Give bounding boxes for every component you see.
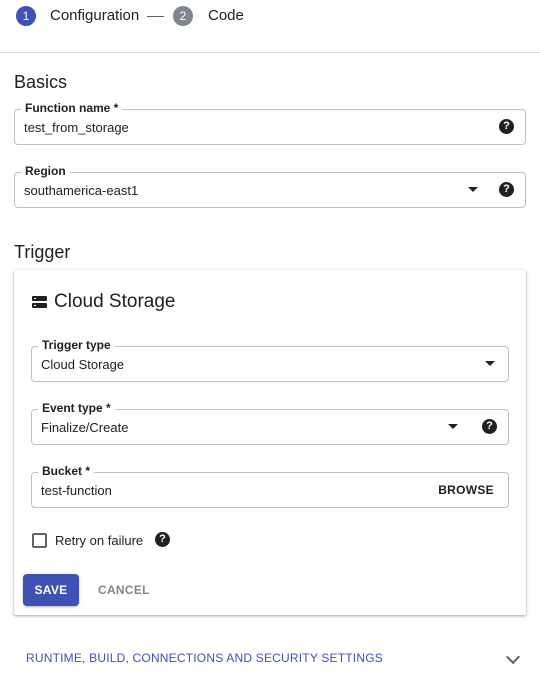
bucket-value[interactable]: test-function [41, 483, 112, 498]
region-select[interactable]: Region southamerica-east1 ? [14, 163, 526, 208]
advanced-settings-toggle[interactable]: RUNTIME, BUILD, CONNECTIONS AND SECURITY… [26, 651, 383, 665]
help-circle-icon[interactable]: ? [499, 119, 514, 134]
function-name-field[interactable]: Function name * test_from_storage ? [14, 100, 526, 145]
step-1-label[interactable]: Configuration [50, 7, 139, 24]
event-type-label: Event type * [38, 400, 115, 416]
trigger-type-select[interactable]: Trigger type Cloud Storage [31, 337, 509, 382]
browse-button[interactable]: BROWSE [438, 483, 494, 497]
help-circle-icon[interactable]: ? [499, 182, 514, 197]
step-separator [147, 16, 164, 17]
help-circle-icon[interactable]: ? [482, 419, 497, 434]
step-2-indicator: 2 [173, 6, 193, 26]
trigger-heading: Trigger [14, 242, 71, 262]
stepper: 1 Configuration 2 Code [0, 0, 540, 53]
storage-icon [32, 296, 47, 308]
save-button[interactable]: SAVE [23, 574, 79, 606]
region-value[interactable]: southamerica-east1 [24, 183, 138, 198]
retry-label[interactable]: Retry on failure [55, 533, 143, 548]
retry-checkbox[interactable] [32, 533, 47, 548]
caret-down-icon[interactable] [468, 187, 478, 192]
event-type-select[interactable]: Event type * Finalize/Create ? [31, 400, 509, 445]
bucket-field[interactable]: Bucket * test-function BROWSE [31, 463, 509, 508]
bucket-label: Bucket * [38, 463, 95, 479]
caret-down-icon[interactable] [485, 361, 495, 366]
caret-down-icon[interactable] [448, 424, 458, 429]
basics-heading: Basics [14, 72, 68, 92]
chevron-down-icon[interactable] [505, 649, 521, 665]
step-2-label[interactable]: Code [208, 7, 244, 24]
help-circle-icon[interactable]: ? [155, 532, 170, 547]
trigger-type-value[interactable]: Cloud Storage [41, 357, 124, 372]
cancel-button[interactable]: CANCEL [98, 574, 150, 606]
step-1-indicator: 1 [16, 6, 36, 26]
event-type-value[interactable]: Finalize/Create [41, 420, 128, 435]
region-label: Region [21, 163, 70, 179]
function-name-value[interactable]: test_from_storage [24, 120, 129, 135]
trigger-type-label: Trigger type [38, 337, 115, 353]
trigger-card-title: Cloud Storage [54, 291, 176, 312]
function-name-label: Function name * [21, 100, 123, 116]
trigger-card: Cloud Storage Trigger type Cloud Storage… [14, 270, 526, 615]
